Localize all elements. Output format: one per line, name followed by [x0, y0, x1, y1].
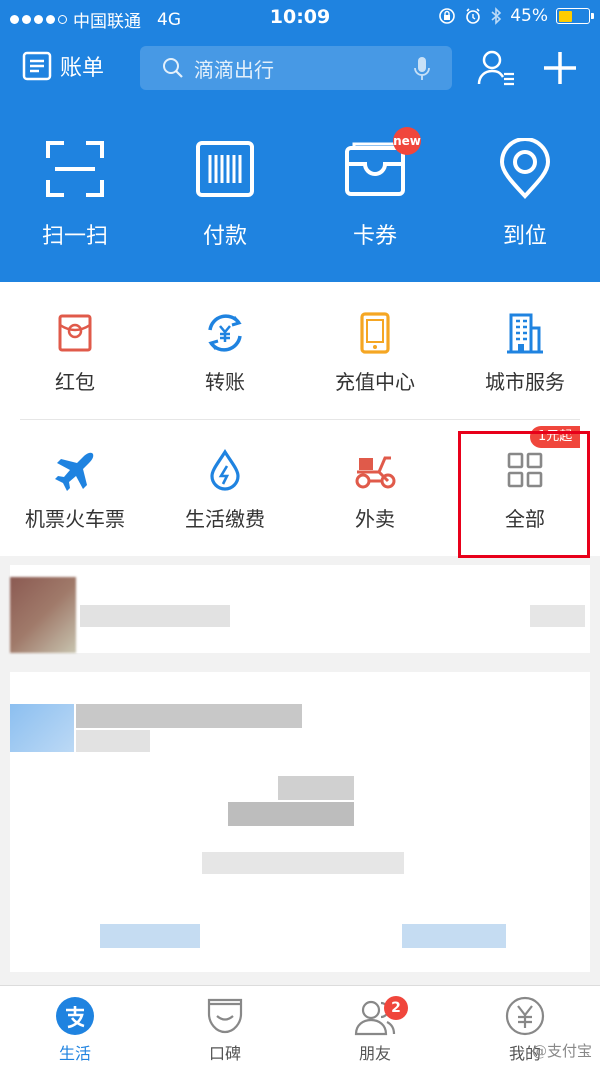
tab-label: 朋友: [358, 1044, 391, 1063]
yuan-icon: [505, 996, 545, 1036]
bill-icon: [22, 51, 52, 81]
quick-actions: 扫一扫 付款 new 卡券 到位: [0, 127, 600, 256]
red-envelope-icon: [58, 314, 92, 352]
tab-label: 口碑: [208, 1044, 241, 1063]
battery-icon: [556, 8, 594, 24]
service-label: 城市服务: [485, 370, 565, 394]
service-red-envelope[interactable]: 红包: [0, 282, 150, 419]
quick-action-label: 到位: [502, 224, 547, 249]
add-icon[interactable]: [540, 48, 580, 88]
watermark: @支付宝: [531, 1042, 592, 1060]
tab-bar: 生活 口碑 2 朋友 我的: [0, 985, 600, 1067]
quick-action-label: 卡券: [352, 224, 397, 249]
service-transfer[interactable]: 转账: [150, 282, 300, 419]
koubei-icon: [207, 998, 243, 1034]
bill-button[interactable]: 账单: [22, 50, 104, 82]
blurred-thumbnail: [10, 577, 76, 653]
service-utilities[interactable]: 生活缴费: [150, 419, 300, 556]
building-icon: [507, 313, 543, 354]
status-bar: 中国联通 4G 10:09 45%: [0, 0, 600, 34]
service-label: 充值中心: [335, 370, 415, 394]
battery-percent: 45%: [510, 6, 548, 26]
service-label: 生活缴费: [185, 507, 265, 531]
tab-life[interactable]: 生活: [0, 986, 150, 1067]
service-label: 全部: [505, 507, 545, 531]
quick-action-pay[interactable]: 付款: [150, 136, 300, 256]
grid-icon: [507, 452, 543, 488]
contacts-icon[interactable]: [476, 48, 518, 88]
service-tickets[interactable]: 机票火车票: [0, 419, 150, 556]
search-placeholder: 滴滴出行: [194, 57, 274, 82]
alarm-icon: [466, 8, 481, 24]
blurred-text: [202, 852, 404, 874]
service-recharge[interactable]: 充值中心: [300, 282, 450, 419]
service-label: 外卖: [355, 507, 395, 531]
service-city[interactable]: 城市服务: [450, 282, 600, 419]
search-icon: [163, 58, 183, 78]
plane-icon: [55, 452, 94, 491]
transfer-icon: [208, 314, 242, 352]
scooter-icon: [355, 456, 396, 489]
location-icon: [499, 138, 551, 199]
top-bar: 账单 滴滴出行: [0, 44, 600, 92]
services-row: 机票火车票 生活缴费 外卖 全部: [0, 419, 600, 556]
service-takeout[interactable]: 外卖: [300, 419, 450, 556]
tab-label: 生活: [58, 1044, 91, 1063]
quick-action-scan[interactable]: 扫一扫: [0, 136, 150, 256]
phone-icon: [360, 312, 390, 354]
services-row: 红包 转账 充值中心 城市服务: [0, 282, 600, 419]
blurred-card[interactable]: [10, 672, 590, 972]
rotation-lock-icon: [439, 8, 456, 24]
quick-action-cards[interactable]: new 卡券: [300, 127, 450, 256]
barcode-icon: [196, 141, 254, 197]
bill-label: 账单: [60, 56, 105, 81]
service-label: 转账: [205, 370, 245, 394]
blurred-text: [228, 802, 354, 826]
quick-action-label: 付款: [202, 224, 247, 249]
alipay-icon: [56, 997, 94, 1035]
tab-koubei[interactable]: 口碑: [150, 986, 300, 1067]
blurred-text: [530, 605, 585, 627]
new-badge: new: [393, 127, 421, 155]
microphone-icon[interactable]: [414, 56, 430, 82]
blurred-text: [76, 730, 150, 752]
tab-friends[interactable]: 2 朋友: [300, 986, 450, 1067]
quick-action-arrival[interactable]: 到位: [450, 136, 600, 256]
friends-badge: 2: [384, 996, 408, 1020]
blurred-text: [278, 776, 354, 800]
blurred-link: [100, 924, 200, 948]
blurred-thumbnail: [10, 704, 74, 752]
promo-tag: 1元起: [530, 426, 581, 448]
water-drop-icon: [210, 449, 240, 491]
bluetooth-icon: [491, 7, 502, 25]
scan-icon: [46, 141, 104, 197]
service-label: 红包: [55, 370, 95, 394]
blurred-text: [80, 605, 230, 627]
service-label: 机票火车票: [25, 507, 125, 531]
blurred-text: [76, 704, 302, 728]
quick-action-label: 扫一扫: [41, 224, 108, 249]
search-bar[interactable]: 滴滴出行: [140, 46, 452, 90]
services-grid: 红包 转账 充值中心 城市服务 机票火车票 生活缴费 外卖 全部: [0, 282, 600, 556]
blurred-link: [402, 924, 506, 948]
blurred-card[interactable]: [10, 565, 590, 653]
